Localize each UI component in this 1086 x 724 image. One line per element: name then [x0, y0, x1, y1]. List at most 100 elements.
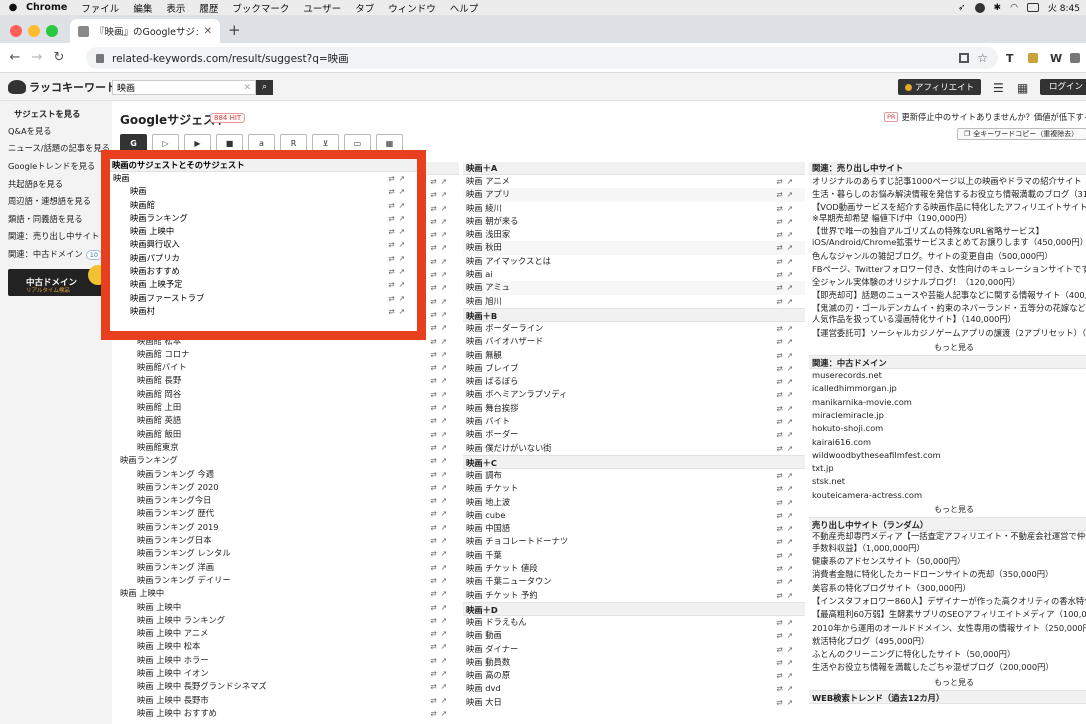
- swap-icon[interactable]: ⇄: [776, 631, 786, 640]
- more-random-sites-link[interactable]: もっと見る: [809, 675, 1086, 690]
- keyword-text[interactable]: 映画ランキング 歴代: [137, 508, 214, 518]
- swap-icon[interactable]: ⇄: [430, 589, 440, 598]
- swap-icon[interactable]: ⇄: [388, 214, 398, 223]
- keyword-group-row[interactable]: 映画 舞台挨拶 ⇄↗: [463, 402, 805, 415]
- swap-icon[interactable]: ⇄: [430, 642, 440, 651]
- keyword-group-row[interactable]: 映画 バイト ⇄↗: [463, 415, 805, 428]
- sale-site-link[interactable]: 全ジャンル実体験のオリジナルブログ！（120,000円）: [809, 276, 1086, 289]
- external-link-icon[interactable]: ↗: [399, 227, 409, 236]
- menu-icon[interactable]: ☰: [993, 81, 1004, 95]
- keyword-text[interactable]: 映画 アプリ: [466, 189, 510, 199]
- keyword-row[interactable]: 映画 上映中 ホラー ⇄↗: [117, 654, 459, 667]
- keyword-group-row[interactable]: 映画 綾川 ⇄↗: [463, 202, 805, 215]
- keyword-group-row[interactable]: 映画 地上波 ⇄↗: [463, 496, 805, 509]
- sale-site-link[interactable]: 【VOD動画サービスを紹介する映画作品に特化したアフィリエイトサイト】※早期売却…: [809, 202, 1086, 226]
- external-link-icon[interactable]: ↗: [787, 243, 797, 252]
- domain-link[interactable]: miraclemiracle.jp: [809, 409, 1086, 422]
- domain-link[interactable]: icalledhimmorgan.jp: [809, 382, 1086, 395]
- keyword-text[interactable]: 映画村: [130, 306, 155, 316]
- keyword-text[interactable]: 映画ランキング 洋画: [137, 562, 214, 572]
- external-link-icon[interactable]: ↗: [441, 217, 451, 226]
- keyword-text[interactable]: 映画 上映中: [120, 588, 164, 598]
- external-link-icon[interactable]: ↗: [399, 174, 409, 183]
- domain-link[interactable]: txt.jp: [809, 462, 1086, 475]
- sale-site-link[interactable]: 【運営委託可】ソーシャルカジノゲームアプリの譲渡（2アプリセット）（4,900,…: [809, 327, 1086, 340]
- extension-w-icon[interactable]: W: [1050, 52, 1062, 65]
- swap-icon[interactable]: ⇄: [388, 174, 398, 183]
- keyword-row[interactable]: 映画館 長野 ⇄↗: [117, 374, 459, 387]
- external-link-icon[interactable]: ↗: [787, 551, 797, 560]
- swap-icon[interactable]: ⇄: [430, 217, 440, 226]
- menubar-clock[interactable]: 火 8:45: [1048, 1, 1080, 14]
- swap-icon[interactable]: ⇄: [430, 443, 440, 452]
- external-link-icon[interactable]: ↗: [399, 280, 409, 289]
- keyword-group-row[interactable]: 映画 動画 ⇄↗: [463, 629, 805, 642]
- tab-close-icon[interactable]: ✕: [204, 26, 212, 37]
- random-site-link[interactable]: 健康系のアドセンスサイト（50,000円）: [809, 555, 1086, 568]
- swap-icon[interactable]: ⇄: [776, 671, 786, 680]
- external-link-icon[interactable]: ↗: [399, 187, 409, 196]
- swap-icon[interactable]: ⇄: [776, 217, 786, 226]
- swap-icon[interactable]: ⇄: [776, 591, 786, 600]
- swap-icon[interactable]: ⇄: [776, 577, 786, 586]
- keyword-text[interactable]: 映画ファーストラブ: [130, 293, 204, 303]
- swap-icon[interactable]: ⇄: [776, 484, 786, 493]
- sidebar-item-suggest[interactable]: サジェストを見る: [14, 108, 80, 120]
- back-icon[interactable]: ←: [4, 50, 26, 65]
- swap-icon[interactable]: ⇄: [776, 564, 786, 573]
- keyword-text[interactable]: 映画 上映中 長野市: [137, 695, 209, 705]
- address-url[interactable]: related-keywords.com/result/suggest?q=映画: [112, 51, 953, 66]
- external-link-icon[interactable]: ↗: [787, 591, 797, 600]
- extension-t-icon[interactable]: T: [1006, 52, 1014, 65]
- external-link-icon[interactable]: ↗: [441, 390, 451, 399]
- external-link-icon[interactable]: ↗: [441, 230, 451, 239]
- external-link-icon[interactable]: ↗: [399, 254, 409, 263]
- keyword-row[interactable]: 映画おすすめ ⇄↗: [110, 265, 417, 278]
- external-link-icon[interactable]: ↗: [441, 177, 451, 186]
- keyword-group-row[interactable]: 映画 アニメ ⇄↗: [463, 175, 805, 188]
- keyword-text[interactable]: 映画館東京: [137, 442, 179, 452]
- random-site-link[interactable]: 消費者金融に特化したカードローンサイトの売却（350,000円）: [809, 568, 1086, 581]
- sidebar-item-domains[interactable]: 関連：中古ドメイン 10: [8, 248, 102, 260]
- external-link-icon[interactable]: ↗: [441, 416, 451, 425]
- clear-search-icon[interactable]: ✕: [243, 83, 251, 93]
- keyword-group-row[interactable]: 映画 高の原 ⇄↗: [463, 669, 805, 682]
- window-zoom-button[interactable]: [46, 25, 58, 37]
- swap-icon[interactable]: ⇄: [430, 230, 440, 239]
- keyword-row[interactable]: 映画 上映中 長野グランドシネマズ ⇄↗: [117, 680, 459, 693]
- keyword-text[interactable]: 映画 大日: [466, 697, 502, 707]
- keyword-group-row[interactable]: 映画 ボーダーライン ⇄↗: [463, 322, 805, 335]
- external-link-icon[interactable]: ↗: [441, 629, 451, 638]
- keyword-group-row[interactable]: 映画 アイマックスとは ⇄↗: [463, 255, 805, 268]
- forward-icon[interactable]: →: [26, 50, 48, 65]
- menu-history[interactable]: 履歴: [199, 1, 218, 15]
- external-link-icon[interactable]: ↗: [441, 536, 451, 545]
- keyword-search-input[interactable]: 映画 ✕: [112, 80, 256, 95]
- keyword-text[interactable]: 映画 アイマックスとは: [466, 256, 551, 266]
- keyword-text[interactable]: 映画ランキング 今週: [137, 469, 214, 479]
- external-link-icon[interactable]: ↗: [441, 257, 451, 266]
- keyword-text[interactable]: 映画 無観: [466, 350, 502, 360]
- keyword-row[interactable]: 映画ランキング レンタル ⇄↗: [117, 547, 459, 560]
- swap-icon[interactable]: ⇄: [776, 204, 786, 213]
- external-link-icon[interactable]: ↗: [787, 577, 797, 586]
- keyword-row[interactable]: 映画 上映中 ⇄↗: [110, 225, 417, 238]
- keyword-text[interactable]: 映画 上映中 長野グランドシネマズ: [137, 681, 267, 691]
- swap-icon[interactable]: ⇄: [430, 496, 440, 505]
- more-domains-link[interactable]: もっと見る: [809, 502, 1086, 517]
- swap-icon[interactable]: ⇄: [776, 297, 786, 306]
- keyword-group-row[interactable]: 映画 チョコレートドーナツ ⇄↗: [463, 535, 805, 548]
- external-link-icon[interactable]: ↗: [787, 537, 797, 546]
- swap-icon[interactable]: ⇄: [776, 243, 786, 252]
- keyword-text[interactable]: 映画ランキング 2019: [137, 522, 219, 532]
- keyword-text[interactable]: 映画 上映中 ホラー: [137, 655, 209, 665]
- keyword-text[interactable]: 映画: [130, 186, 147, 196]
- keyword-row[interactable]: 映画村 ⇄↗: [110, 305, 417, 318]
- keyword-text[interactable]: 映画: [113, 173, 130, 183]
- menu-view[interactable]: 表示: [166, 1, 185, 15]
- keyword-text[interactable]: 映画ランキング: [120, 455, 178, 465]
- keyword-text[interactable]: 映画 バイオハザード: [466, 336, 543, 346]
- external-link-icon[interactable]: ↗: [441, 576, 451, 585]
- keyword-text[interactable]: 映画 ダイナー: [466, 644, 518, 654]
- keyword-text[interactable]: 映画 千葉ニュータウン: [466, 576, 552, 586]
